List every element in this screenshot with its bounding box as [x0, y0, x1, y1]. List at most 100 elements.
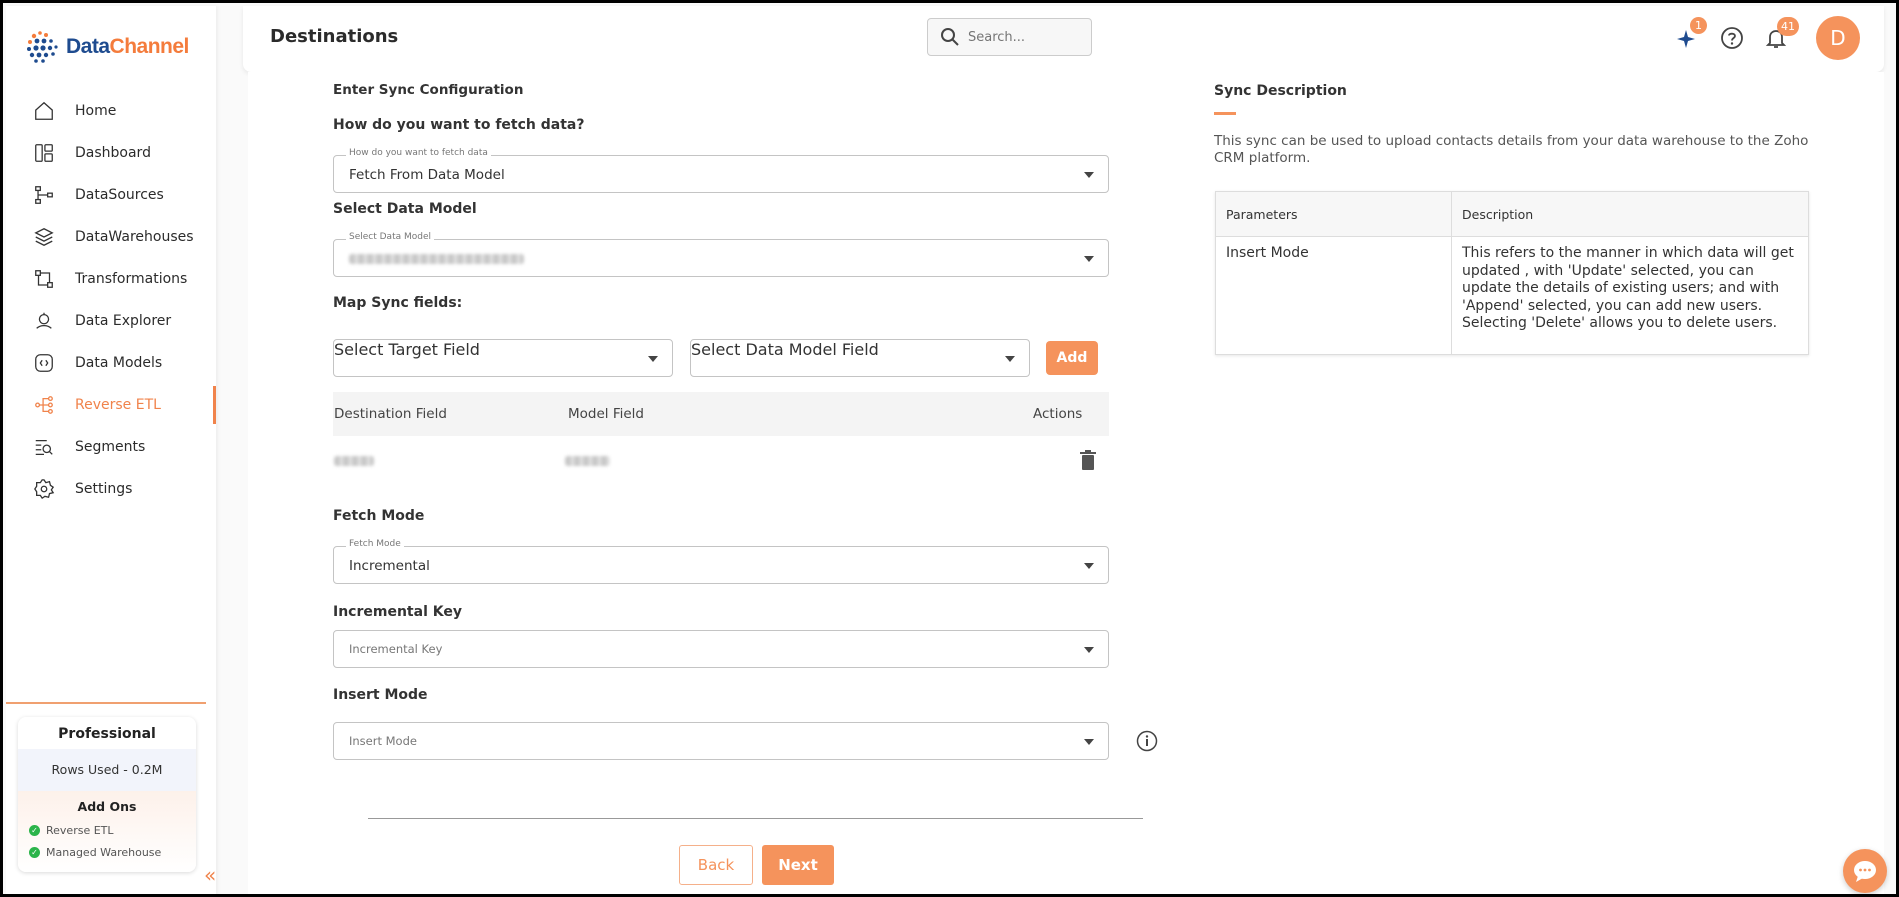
addon-label: Reverse ETL — [46, 823, 114, 837]
section-title: Enter Sync Configuration — [333, 82, 524, 98]
model-field-select[interactable]: Select Data Model Field — [690, 339, 1030, 377]
addon-item: ✓ Managed Warehouse — [18, 841, 196, 863]
form-divider — [368, 818, 1143, 819]
redacted-model-field — [565, 456, 610, 466]
back-button[interactable]: Back — [679, 845, 753, 885]
top-header: Destinations 1 41 D — [243, 6, 1884, 72]
table-header: Parameters Description — [1215, 191, 1809, 237]
description-cell: This refers to the manner in which data … — [1451, 236, 1809, 355]
sidebar-item-dashboard[interactable]: Dashboard — [6, 132, 216, 174]
column-header: Parameters — [1215, 191, 1452, 237]
collapse-sidebar-icon[interactable]: « — [204, 863, 216, 887]
addon-item: ✓ Reverse ETL — [18, 819, 196, 841]
fetch-mode-floating-label: Fetch Mode — [346, 539, 404, 549]
sidebar-item-segments[interactable]: Segments — [6, 426, 216, 468]
parameter-cell: Insert Mode — [1215, 236, 1452, 355]
plan-name: Professional — [58, 726, 156, 742]
data-model-floating-label: Select Data Model — [346, 232, 434, 242]
sidebar-item-data-models[interactable]: Data Models — [6, 342, 216, 384]
sidebar-item-settings[interactable]: Settings — [6, 468, 216, 510]
table-header: Destination Field Model Field Actions — [333, 392, 1109, 436]
sidebar-item-reverse-etl[interactable]: Reverse ETL — [6, 384, 216, 426]
chevron-down-icon — [1084, 647, 1094, 653]
table-row: Insert Mode This refers to the manner in… — [1215, 236, 1809, 355]
app-window: DataChannel Home Dashboard DataSources D… — [0, 0, 1899, 897]
sidebar-item-label: Reverse ETL — [75, 397, 161, 413]
title-underline — [1214, 112, 1236, 115]
sidebar-item-label: Segments — [75, 439, 146, 455]
datachannel-logo-icon — [27, 31, 58, 63]
sidebar-divider — [6, 702, 206, 704]
user-avatar[interactable]: D — [1816, 16, 1860, 60]
fetch-mode-value: Incremental — [349, 558, 430, 574]
rows-used: Rows Used - 0.2M — [18, 749, 196, 791]
brand-logo[interactable]: DataChannel — [24, 28, 189, 66]
incremental-key-label: Incremental Key — [333, 604, 462, 620]
sidebar-item-transformations[interactable]: Transformations — [6, 258, 216, 300]
notifications-badge: 41 — [1777, 17, 1799, 36]
target-field-select[interactable]: Select Target Field — [333, 339, 673, 377]
segments-icon — [35, 439, 53, 455]
brand-name: DataChannel — [66, 35, 189, 58]
incremental-key-select[interactable]: Incremental Key — [333, 630, 1109, 668]
sidebar-item-label: Dashboard — [75, 145, 151, 161]
search-box[interactable] — [927, 18, 1092, 56]
insert-mode-select[interactable]: Insert Mode — [333, 722, 1109, 760]
column-header: Destination Field — [334, 406, 447, 422]
model-field-placeholder: Select Data Model Field — [691, 340, 879, 359]
datawarehouses-icon — [34, 228, 54, 246]
plan-card: Professional Rows Used - 0.2M Add Ons ✓ … — [18, 717, 196, 872]
fetch-question-label: How do you want to fetch data? — [333, 117, 585, 133]
incremental-key-placeholder: Incremental Key — [349, 642, 443, 656]
sidebar-item-datawarehouses[interactable]: DataWarehouses — [6, 216, 216, 258]
target-field-placeholder: Select Target Field — [334, 340, 480, 359]
insert-mode-placeholder: Insert Mode — [349, 734, 417, 748]
sidebar-item-label: DataWarehouses — [75, 229, 194, 245]
sidebar-item-data-explorer[interactable]: Data Explorer — [6, 300, 216, 342]
add-mapping-button[interactable]: Add — [1046, 341, 1098, 375]
check-circle-icon: ✓ — [29, 824, 40, 836]
dashboard-icon — [35, 144, 53, 162]
chevron-down-icon — [1084, 563, 1094, 569]
sidebar-nav: Home Dashboard DataSources DataWarehouse… — [6, 90, 216, 510]
settings-icon — [34, 479, 55, 500]
fetch-mode-select[interactable]: Fetch Mode Incremental — [333, 539, 1109, 584]
data-model-select[interactable]: Select Data Model — [333, 232, 1109, 277]
check-circle-icon: ✓ — [29, 846, 40, 858]
main-content: Enter Sync Configuration How do you want… — [248, 72, 1884, 894]
sidebar: DataChannel Home Dashboard DataSources D… — [6, 6, 216, 894]
fetch-method-select[interactable]: How do you want to fetch data Fetch From… — [333, 148, 1109, 193]
data-model-label: Select Data Model — [333, 201, 477, 217]
help-icon[interactable] — [1720, 26, 1744, 50]
info-icon[interactable] — [1136, 730, 1158, 752]
page-title: Destinations — [270, 26, 399, 47]
addons-section: Add Ons ✓ Reverse ETL ✓ Managed Warehous… — [18, 791, 196, 872]
sidebar-item-label: Home — [75, 103, 117, 119]
addons-title: Add Ons — [77, 799, 137, 814]
next-button[interactable]: Next — [762, 845, 834, 885]
chat-support-button[interactable] — [1843, 849, 1887, 893]
fetch-method-floating-label: How do you want to fetch data — [346, 148, 491, 158]
search-input[interactable] — [968, 29, 1078, 45]
chevron-down-icon — [1005, 356, 1015, 362]
data-models-icon — [35, 354, 53, 372]
sidebar-item-label: Transformations — [75, 271, 188, 287]
trash-icon[interactable] — [1080, 450, 1096, 470]
column-header: Description — [1451, 191, 1809, 237]
sidebar-item-datasources[interactable]: DataSources — [6, 174, 216, 216]
field-mapping-table: Destination Field Model Field Actions — [333, 392, 1109, 486]
fetch-mode-label: Fetch Mode — [333, 508, 425, 524]
fetch-method-value: Fetch From Data Model — [349, 167, 505, 183]
column-header: Model Field — [568, 406, 644, 422]
search-icon — [941, 28, 959, 46]
sidebar-item-label: Data Explorer — [75, 313, 172, 329]
sync-description-text: This sync can be used to upload contacts… — [1214, 133, 1809, 166]
chat-bubble-icon — [1854, 861, 1876, 882]
insert-mode-label: Insert Mode — [333, 687, 428, 703]
sidebar-item-home[interactable]: Home — [6, 90, 216, 132]
map-fields-label: Map Sync fields: — [333, 295, 463, 311]
table-row — [333, 436, 1109, 486]
parameters-table: Parameters Description Insert Mode This … — [1215, 191, 1809, 355]
chevron-down-icon — [1084, 739, 1094, 745]
sync-description-title: Sync Description — [1214, 83, 1347, 99]
